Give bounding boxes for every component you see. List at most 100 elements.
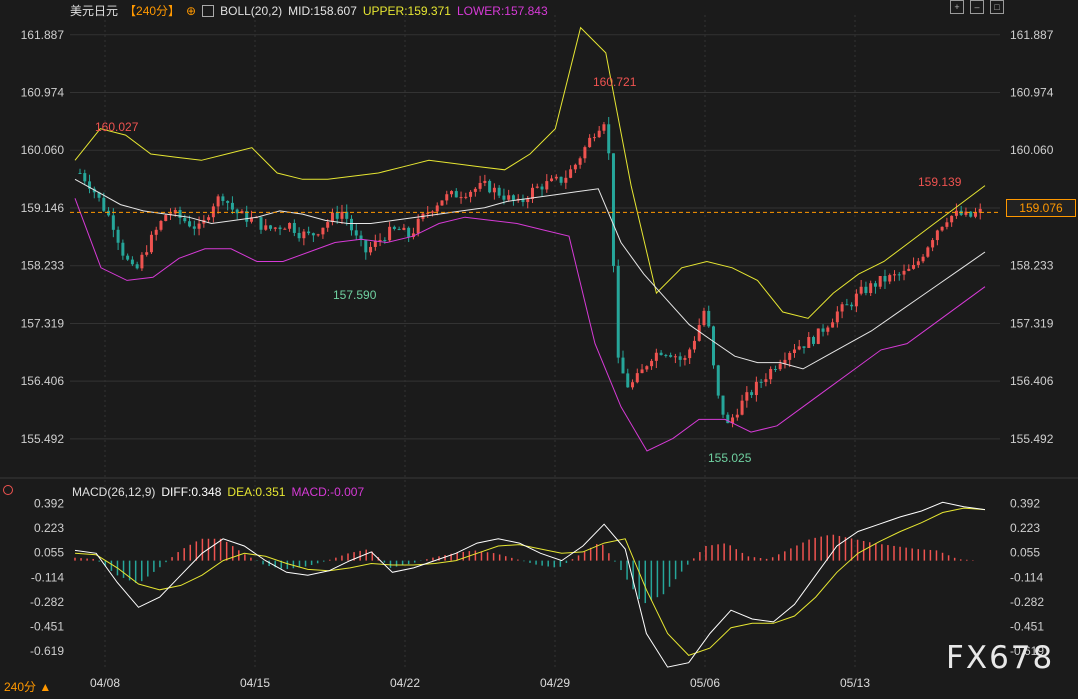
macd-settings-icon[interactable] <box>3 485 13 495</box>
candle-body <box>278 227 282 230</box>
candle-body <box>159 221 163 230</box>
time-axis-label: 05/06 <box>690 676 720 690</box>
candle-body <box>354 230 358 236</box>
candle-body <box>712 326 715 366</box>
candle-body <box>707 310 711 327</box>
time-axis-label: 04/29 <box>540 676 570 690</box>
panel-toolbar: + – □ <box>950 0 1004 14</box>
macd-panel-header: MACD(26,12,9) DIFF:0.348 DEA:0.351 MACD:… <box>72 485 364 499</box>
chart-area[interactable]: 161.887 161.887 160.974 160.974 160.060 160.0… <box>0 0 1078 694</box>
candle-body <box>450 191 454 195</box>
minimize-icon[interactable]: – <box>970 0 984 14</box>
macd-axis-label-right: 0.223 <box>1010 521 1040 535</box>
macd-axis-label-left: 0.392 <box>34 496 64 510</box>
macd-axis-label-left: -0.619 <box>30 644 64 658</box>
candle-body <box>659 352 663 356</box>
candle-body <box>464 196 468 198</box>
candle-body <box>273 227 277 229</box>
candle-body <box>483 180 487 183</box>
candle-body <box>702 310 706 326</box>
candle-body <box>269 225 273 229</box>
candle-body <box>145 252 149 255</box>
candle-body <box>721 395 725 415</box>
candle-body <box>788 352 792 360</box>
candle-body <box>616 265 620 358</box>
candle-body <box>107 210 111 216</box>
candle-body <box>378 239 382 241</box>
candle-body <box>935 230 939 241</box>
candle-body <box>173 210 177 214</box>
price-axis-label-left: 155.492 <box>21 432 65 446</box>
candle-body <box>859 286 863 294</box>
candle-body <box>511 195 515 201</box>
candle-body <box>426 212 430 214</box>
candle-body <box>673 356 677 358</box>
candle-body <box>197 223 201 229</box>
settings-icon[interactable]: ⊕ <box>186 4 196 18</box>
period-label[interactable]: 【240分】 <box>124 2 180 19</box>
candle-body <box>893 274 896 276</box>
boll-title: BOLL(20,2) <box>220 3 283 18</box>
extreme-label-high: 160.721 <box>593 75 637 89</box>
candle-body <box>545 181 549 190</box>
candle-body <box>559 176 563 183</box>
period-tag[interactable]: 240分 ▲ <box>4 678 51 695</box>
price-axis-label-left: 160.974 <box>21 85 65 99</box>
price-axis-label-left: 160.060 <box>21 143 65 157</box>
candle-body <box>759 381 763 383</box>
price-axis-label-right: 161.887 <box>1010 28 1054 42</box>
boll-lower-line <box>74 198 986 452</box>
candle-body <box>435 205 439 212</box>
macd-value: MACD:-0.007 <box>291 485 365 499</box>
macd-axis-label-right: -0.282 <box>1010 595 1044 609</box>
macd-axis-label-right: 0.055 <box>1010 546 1040 560</box>
candle-body <box>792 349 796 353</box>
candle-body <box>78 172 82 174</box>
candle-body <box>335 212 339 219</box>
candle-body <box>735 414 739 418</box>
candle-body <box>488 180 492 193</box>
candle-body <box>226 200 230 203</box>
candle-body <box>130 259 134 265</box>
macd-axis-label-left: -0.451 <box>30 619 64 633</box>
price-panel-header: 美元日元 【240分】 ⊕ BOLL(20,2) MID:158.607 UPP… <box>70 2 548 19</box>
indicator-icon[interactable] <box>202 4 215 17</box>
candle-body <box>611 153 615 266</box>
chart-svg[interactable]: 161.887 161.887 160.974 160.974 160.060 160.0… <box>0 0 1078 694</box>
candle-body <box>864 286 868 294</box>
price-axis-label-right: 160.974 <box>1010 85 1054 99</box>
candle-body <box>264 225 268 230</box>
candle-body <box>392 226 396 230</box>
candle-body <box>497 187 501 196</box>
candle-body <box>416 218 420 234</box>
time-axis-label: 04/15 <box>240 676 270 690</box>
maximize-icon[interactable]: □ <box>990 0 1004 14</box>
candle-body <box>216 196 220 207</box>
candle-body <box>111 215 115 230</box>
candle-body <box>302 231 306 239</box>
candle-body <box>307 231 311 234</box>
candle-body <box>454 191 458 198</box>
candle-body <box>588 137 592 148</box>
current-price-tag: 159.076 <box>1006 199 1076 217</box>
expand-icon[interactable]: + <box>950 0 964 14</box>
time-axis-label: 04/22 <box>390 676 420 690</box>
candle-body <box>121 242 125 256</box>
extreme-label-low: 157.590 <box>333 288 377 302</box>
candle-body <box>135 264 139 269</box>
candle-body <box>445 194 449 201</box>
candle-body <box>188 221 192 227</box>
candle-body <box>669 355 673 357</box>
boll-upper-line <box>74 26 986 319</box>
candle-body <box>526 198 530 203</box>
candle-body <box>569 169 573 178</box>
candle-body <box>102 197 106 211</box>
candle-body <box>835 311 839 323</box>
candle-body <box>854 293 858 307</box>
candle-body <box>635 373 639 383</box>
candle-body <box>164 215 168 222</box>
macd-title: MACD(26,12,9) <box>72 485 156 499</box>
candle-body <box>540 186 544 190</box>
candle-body <box>597 130 601 138</box>
candle-body <box>383 239 387 241</box>
